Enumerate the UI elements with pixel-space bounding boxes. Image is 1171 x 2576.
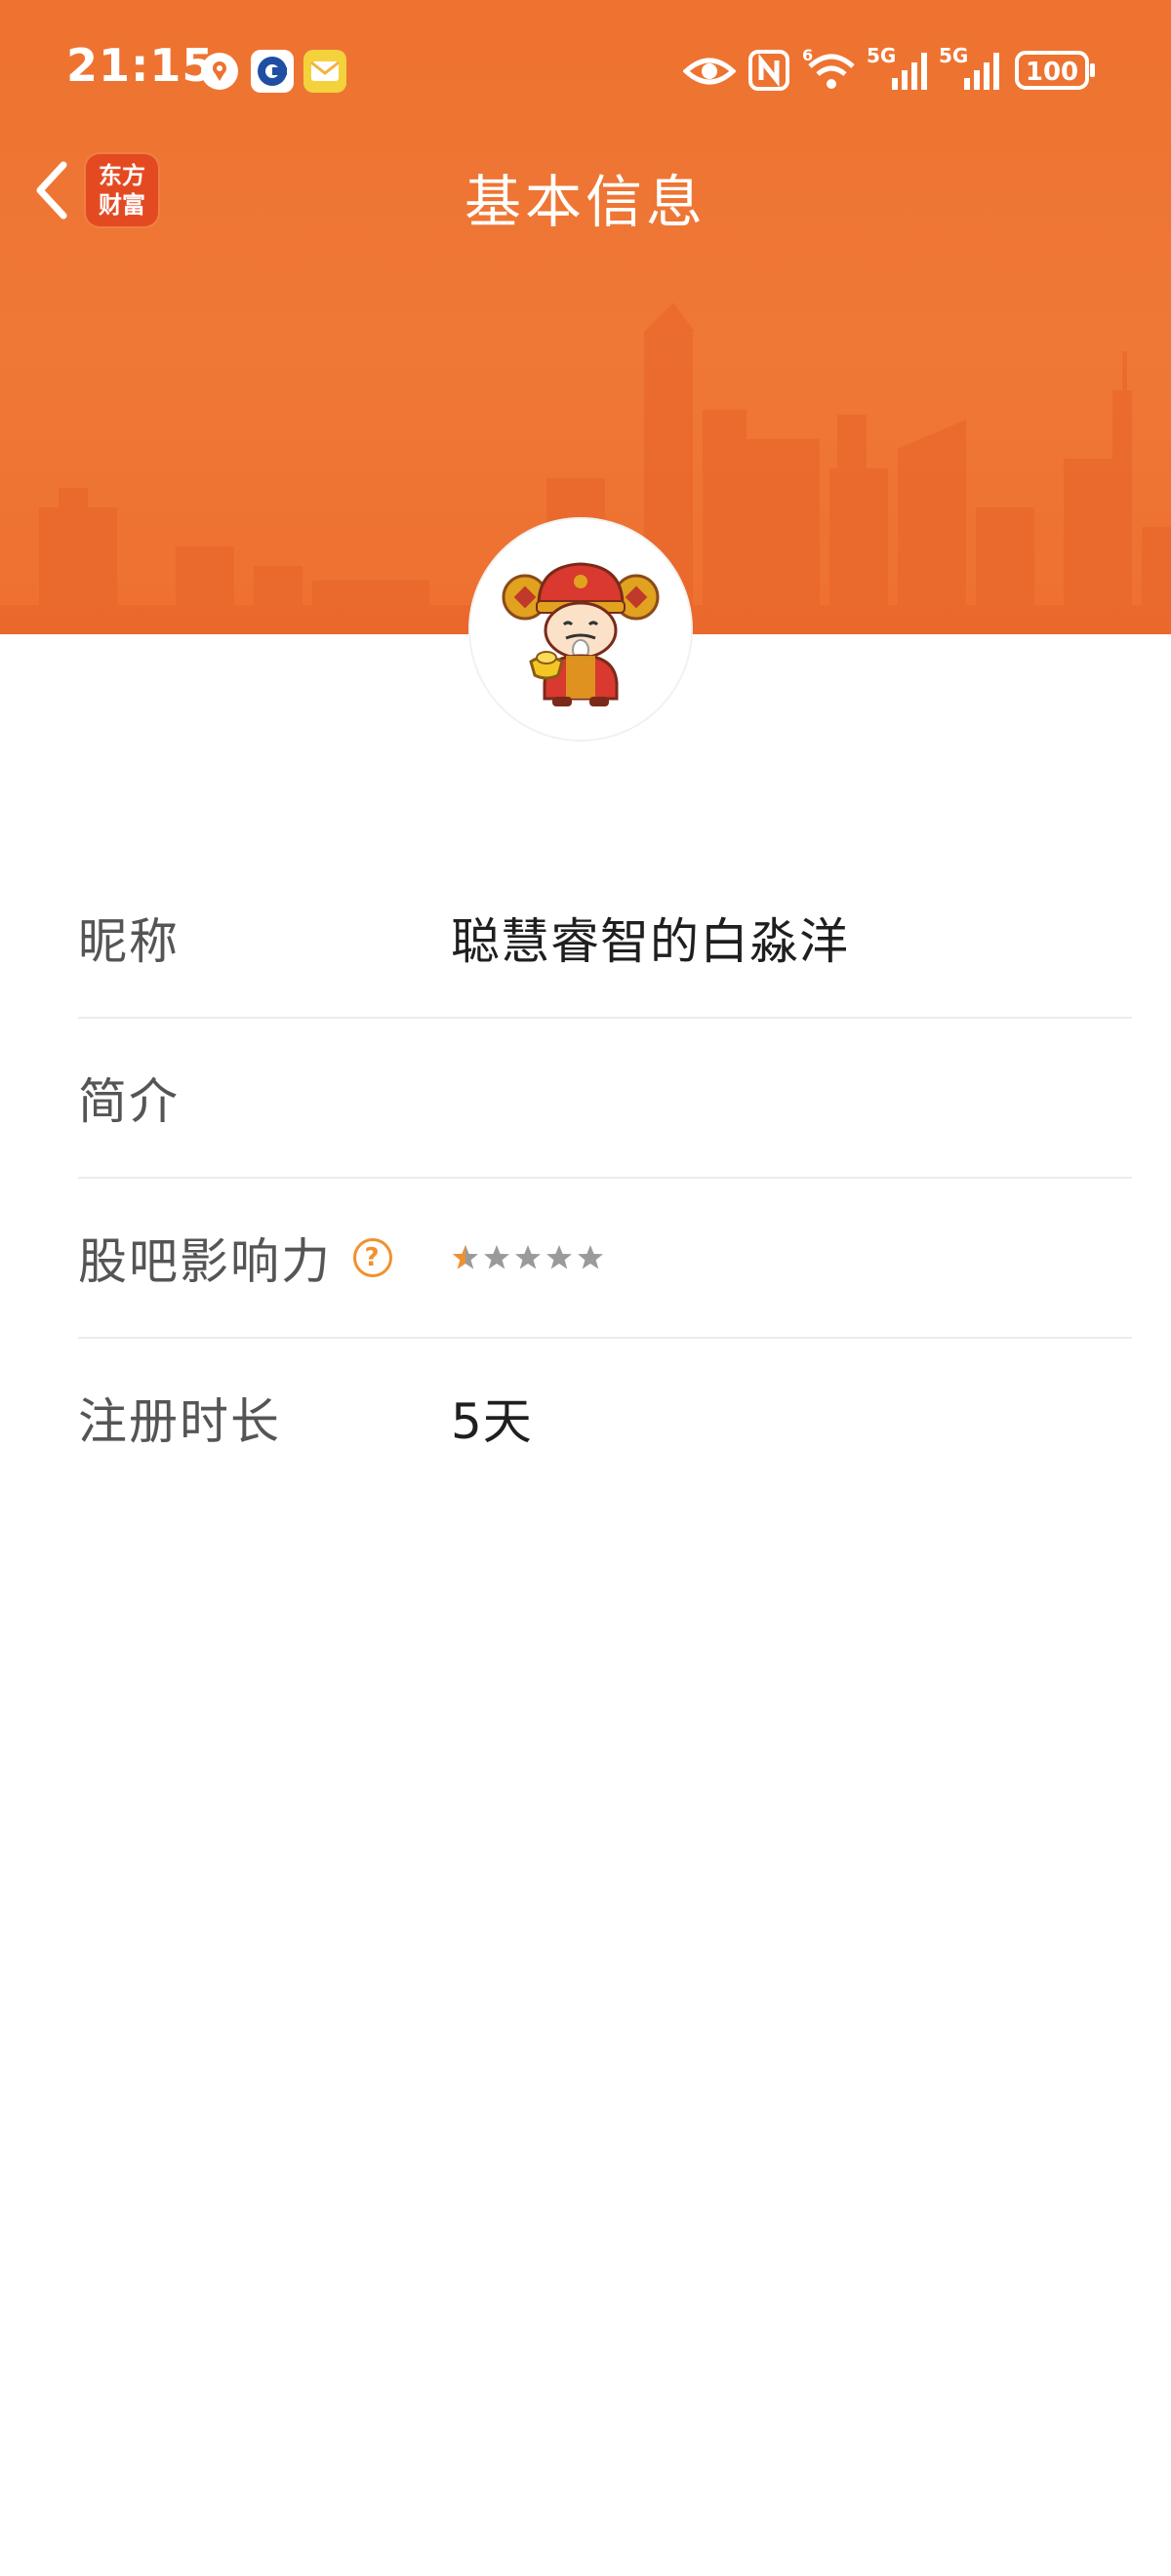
influence-row: 股吧影响力 ? <box>78 1179 1132 1339</box>
influence-label: 股吧影响力 <box>78 1233 332 1290</box>
nickname-value: 聪慧睿智的白淼洋 <box>451 913 849 970</box>
rating-star-icon <box>453 1245 478 1269</box>
eye-icon <box>683 53 736 90</box>
influence-rating <box>451 1243 605 1272</box>
bio-label: 简介 <box>78 1073 180 1130</box>
status-time: 21:15 <box>66 39 215 92</box>
page: 21:15 6 5G 5G 100 东方 财富 基本信息 昵称 聪慧睿智的白淼洋… <box>0 0 1171 2576</box>
status-bar: 21:15 6 5G 5G 100 <box>0 0 1171 141</box>
god-of-wealth-avatar <box>502 562 660 706</box>
signal-label: 5G <box>939 45 968 67</box>
rating-star-icon <box>546 1245 572 1269</box>
wifi-icon: 6 <box>802 45 857 94</box>
nfc-icon <box>747 49 790 92</box>
wifi-label: 6 <box>802 46 813 64</box>
question-circle-icon[interactable]: ? <box>353 1238 392 1277</box>
rating-star-icon <box>484 1245 509 1269</box>
registration-value: 5天 <box>451 1393 533 1450</box>
signal-5g-icon: 5G <box>939 45 1003 94</box>
info-list: 昵称 聪慧睿智的白淼洋 简介 股吧影响力 ? 注册时长 5天 <box>78 859 1132 1497</box>
registration-label: 注册时长 <box>78 1393 281 1450</box>
mail-app-icon <box>303 49 347 94</box>
bio-row[interactable]: 简介 <box>78 1019 1132 1179</box>
nickname-label: 昵称 <box>78 913 180 970</box>
signal-label: 5G <box>867 45 896 67</box>
registration-row: 注册时长 5天 <box>78 1339 1132 1497</box>
battery-level: 100 <box>1026 58 1078 87</box>
signal-5g-icon: 5G <box>867 45 931 94</box>
battery-icon: 100 <box>1015 49 1097 92</box>
nickname-row[interactable]: 昵称 聪慧睿智的白淼洋 <box>78 859 1132 1019</box>
avatar[interactable] <box>470 519 691 740</box>
rating-star-icon <box>515 1245 541 1269</box>
page-title: 基本信息 <box>464 169 707 235</box>
location-icon <box>199 51 240 92</box>
rating-star-icon <box>578 1245 603 1269</box>
influence-label-wrap: 股吧影响力 ? <box>78 1223 392 1293</box>
china-mobile-app-icon <box>250 49 295 94</box>
